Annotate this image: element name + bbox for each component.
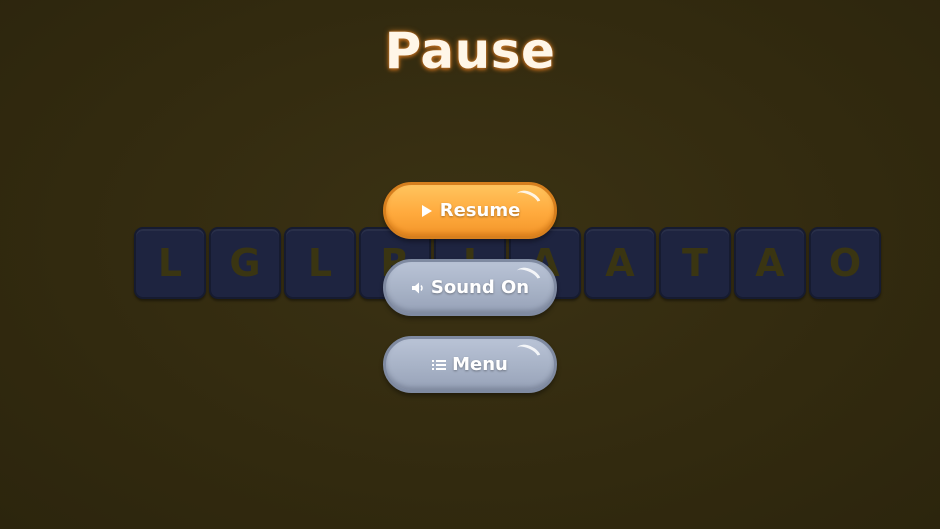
letter-tile: L — [284, 227, 356, 299]
list-icon — [432, 358, 447, 372]
play-icon — [420, 204, 434, 218]
resume-label: Resume — [439, 200, 521, 221]
resume-button[interactable]: Resume — [383, 182, 557, 239]
letter-tile: O — [809, 227, 881, 299]
letter-tile: A — [734, 227, 806, 299]
letter-tile: A — [584, 227, 656, 299]
menu-label: Menu — [452, 354, 508, 375]
button-shine — [512, 340, 545, 369]
speaker-icon — [411, 281, 425, 295]
letter-tile: L — [134, 227, 206, 299]
letter-tile: T — [659, 227, 731, 299]
letter-tile: G — [209, 227, 281, 299]
pause-title: Pause — [384, 22, 556, 80]
sound-label: Sound On — [430, 277, 530, 298]
sound-toggle-button[interactable]: Sound On — [383, 259, 557, 316]
menu-button[interactable]: Menu — [383, 336, 557, 393]
